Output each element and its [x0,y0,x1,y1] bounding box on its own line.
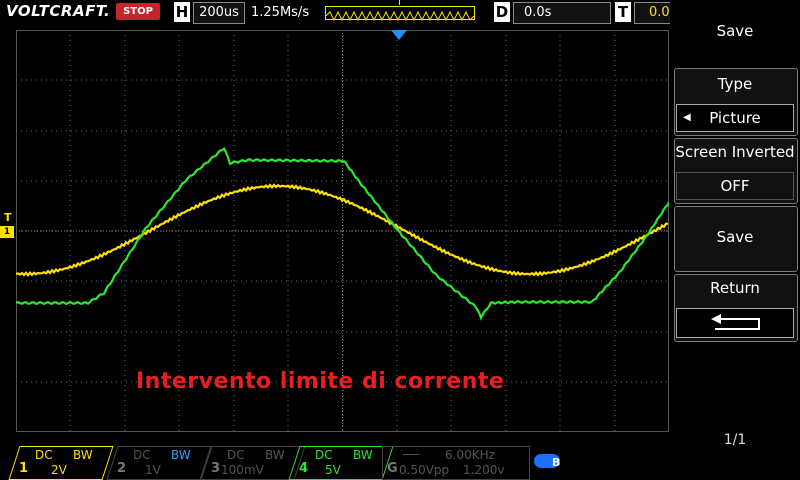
trigger-level-marker[interactable]: T [4,211,12,224]
generator-letter: G [387,461,398,476]
bluetooth-toggle-icon[interactable]: B [534,452,566,470]
return-button[interactable] [676,308,794,338]
generator-frequency: 6.00KHz [445,448,495,462]
menu-title: Save [716,22,754,40]
channel2-coupling: DC [133,448,151,462]
screen-inverted-value: OFF [720,177,750,195]
channel1-box[interactable]: 1 DC BW 2V [8,446,114,480]
channel1-scale: 2V [51,463,67,477]
sample-rate: 1.25Ms/s [251,5,310,20]
channel4-coupling: DC [315,448,333,462]
return-arrow-icon [711,314,760,330]
status-bar: VOLTCRAFT. STOP H 200us 1.25Ms/s T D 0.0… [0,0,684,26]
channel2-number: 2 [117,461,127,476]
memory-waveform-icon [325,10,475,22]
return-label: Return [710,279,760,297]
channel1-bw: BW [73,448,93,462]
trigger-position-arrow-icon[interactable] [391,30,407,42]
type-value-field[interactable]: ◀ Picture [676,104,794,132]
channel-bar: 1 DC BW 2V 2 DC BW 1V 3 DC BW 100mV 4 DC… [0,440,670,480]
channel3-number: 3 [211,461,221,476]
channel1-number: 1 [19,461,29,476]
generator-wave-icon [403,454,419,455]
page-indicator: 1/1 [723,432,747,448]
channel2-bw: BW [171,448,191,462]
brand-logo: VOLTCRAFT. [6,2,111,20]
horizontal-label: H [174,2,190,22]
channel1-coupling: DC [35,448,53,462]
delay-value[interactable]: 0.0s [513,2,611,24]
generator-amplitude: 0.50Vpp [399,463,450,477]
channel4-bw: BW [353,448,373,462]
svg-text:B: B [552,456,560,469]
generator-box[interactable]: G 6.00KHz 0.50Vpp 1.200v [382,446,530,480]
channel3-scale: 100mV [221,463,264,477]
screen-inverted-label: Screen Inverted [675,143,795,161]
delay-label: D [494,2,510,22]
type-label: Type [717,75,753,93]
channel3-coupling: DC [227,448,245,462]
run-stop-badge[interactable]: STOP [116,3,160,20]
trigger-position-bar [325,6,475,22]
channel3-bw: BW [265,448,285,462]
trigger-position-marker: T [397,0,402,7]
type-value: Picture [709,109,761,127]
save-label: Save [716,228,754,246]
channel4-number: 4 [299,461,309,476]
screen-inverted-value-field[interactable]: OFF [676,172,794,200]
trigger-label: T [615,2,631,22]
channel2-box[interactable]: 2 DC BW 1V [106,446,212,480]
softkey-menu: Save Type ◀ Picture Screen Inverted OFF … [670,0,800,480]
timebase-value[interactable]: 200us [193,2,245,24]
channel4-box[interactable]: 4 DC BW 5V [288,446,394,480]
channel1-offset-marker[interactable]: 1 [0,226,14,238]
left-arrow-icon: ◀ [683,112,691,123]
channel4-scale: 5V [325,463,341,477]
generator-offset: 1.200v [463,463,505,477]
channel2-scale: 1V [145,463,161,477]
annotation-text: Intervento limite di corrente [136,369,505,394]
